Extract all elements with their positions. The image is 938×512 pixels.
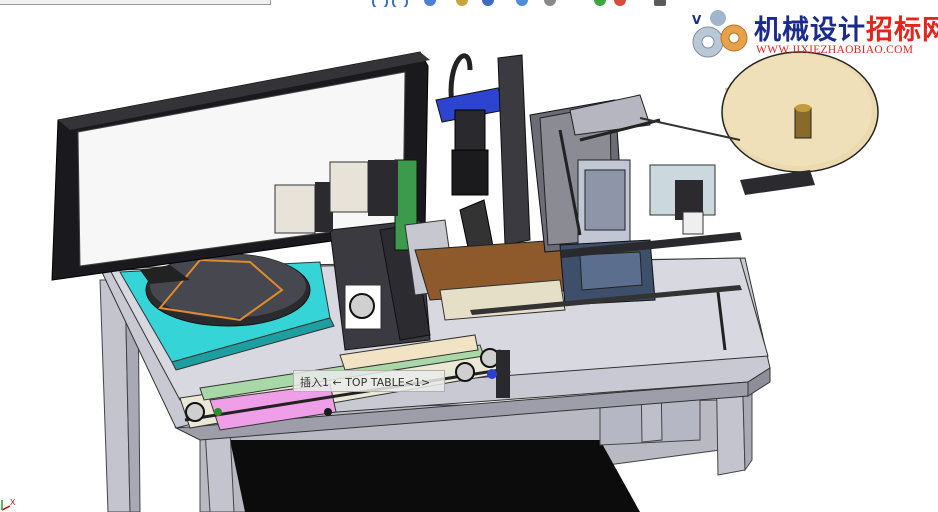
watermark-title: 机械设计招标网	[754, 8, 938, 47]
watermark-title-blue: 机械设计	[754, 15, 866, 46]
view-settings-icon[interactable]	[654, 0, 666, 6]
window-edge	[0, 0, 271, 5]
zoom-area-icon[interactable]	[392, 0, 408, 7]
rotary-turntable	[145, 253, 311, 327]
site-watermark: V 机械设计招标网 WWW.JIXIEZHAOBIAO.COM	[688, 6, 938, 64]
previous-view-icon[interactable]	[424, 0, 436, 6]
display-style-icon[interactable]	[516, 0, 528, 6]
watermark-title-red: 招标网	[866, 15, 938, 46]
appearance-icon[interactable]	[594, 0, 606, 6]
section-view-icon[interactable]	[456, 0, 468, 6]
hide-show-icon[interactable]	[544, 0, 556, 6]
cad-3d-viewport[interactable]	[0, 0, 938, 512]
axis-triad: X	[0, 496, 24, 512]
view-orientation-icon[interactable]	[482, 0, 494, 6]
zoom-to-fit-icon[interactable]	[372, 0, 388, 7]
svg-text:V: V	[692, 13, 702, 27]
watermark-url: WWW.JIXIEZHAOBIAO.COM	[756, 44, 914, 56]
axis-x-label: X	[10, 498, 16, 507]
tooltip-text: 插入1 ← TOP TABLE<1>	[300, 376, 431, 389]
gear-logo: V	[692, 10, 748, 58]
scene-icon[interactable]	[614, 0, 626, 6]
component-tooltip: 插入1 ← TOP TABLE<1>	[293, 370, 445, 392]
heads-up-view-toolbar[interactable]	[368, 0, 678, 7]
